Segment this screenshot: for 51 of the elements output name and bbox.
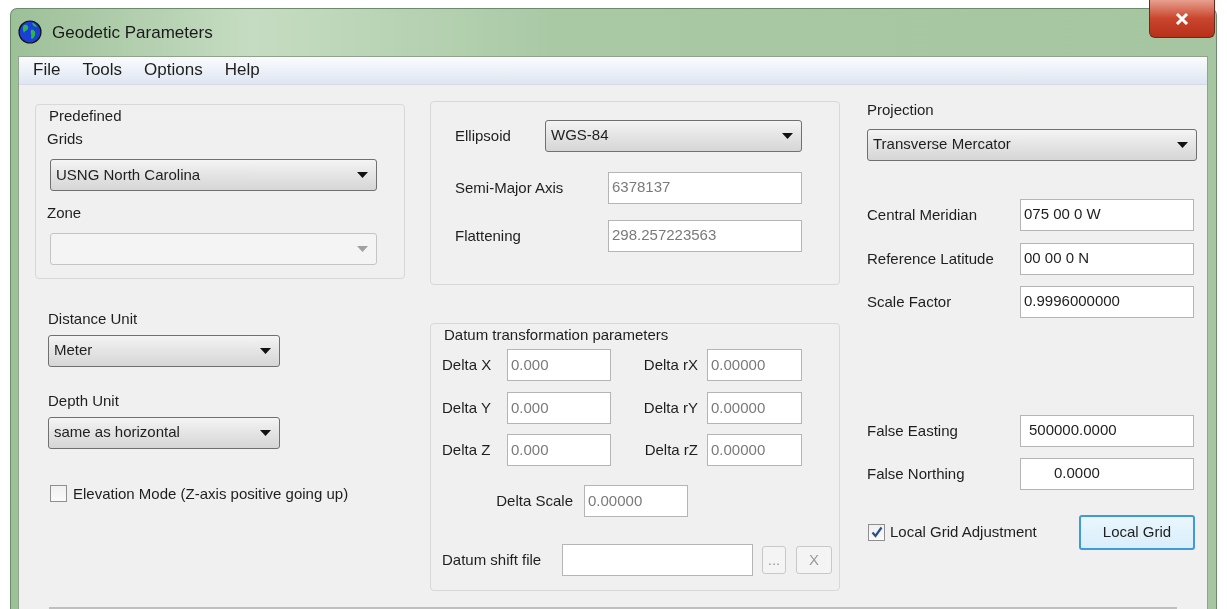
field-label: Reference Latitude — [866, 248, 995, 269]
dropdown[interactable]: USNG North Carolina — [50, 159, 377, 191]
caret-icon — [260, 429, 271, 436]
menu-item[interactable]: Options — [133, 57, 214, 83]
field-label: Distance Unit — [48, 308, 139, 329]
field-label: Delta rY — [642, 398, 699, 418]
field-label: Delta Z — [442, 440, 492, 460]
caret-icon — [782, 132, 793, 139]
dropdown[interactable]: same as horizontal — [48, 416, 280, 449]
caret-icon — [1177, 141, 1188, 148]
field-label: Depth Unit — [48, 390, 120, 411]
field-label: False Easting — [866, 420, 959, 441]
menu-item[interactable]: File — [22, 57, 72, 83]
dropdown[interactable]: WGS-84 — [545, 119, 802, 152]
field-label: Flattening — [455, 225, 522, 246]
caret-icon — [357, 172, 368, 178]
checkbox[interactable] — [868, 523, 885, 541]
field-label: Datum shift file — [442, 550, 543, 570]
field-label: Delta Y — [442, 398, 492, 418]
field-label: Zone — [47, 203, 83, 223]
field-label: Delta rZ — [643, 440, 699, 460]
field-label: Central Meridian — [866, 204, 979, 225]
dropdown[interactable]: Meter — [48, 334, 280, 367]
text-field[interactable]: 0.9996000000 — [1020, 285, 1194, 318]
field-label: Scale Factor — [866, 291, 953, 312]
field-label: False Northing — [866, 463, 966, 484]
field-label: Ellipsoid — [455, 125, 512, 146]
text-field[interactable]: 0.0000 — [1020, 457, 1194, 490]
caret-icon — [260, 347, 271, 354]
field-label: Semi-Major Axis — [455, 177, 565, 198]
file-path-field[interactable] — [562, 544, 753, 576]
dropdown[interactable]: Transverse Mercator — [867, 128, 1197, 161]
menu-item[interactable]: Help — [213, 57, 271, 83]
field-label: Projection — [867, 99, 935, 120]
caret-icon — [357, 246, 368, 252]
checkbox-label: Local Grid Adjustment — [890, 522, 1037, 542]
field-label: Grids — [47, 129, 84, 149]
globe-icon — [18, 20, 42, 45]
text-field[interactable]: 00 00 0 N — [1020, 242, 1194, 275]
local-grid-button[interactable]: Local Grid — [1079, 514, 1195, 550]
field-label: Delta Scale — [495, 491, 574, 511]
close-button[interactable] — [1149, 0, 1215, 38]
checkbox-label: Elevation Mode (Z-axis positive going up) — [73, 483, 349, 504]
text-field[interactable]: 500000.0000 — [1020, 414, 1194, 447]
window-title: Geodetic Parameters — [52, 21, 213, 44]
text-field[interactable]: 075 00 0 W — [1020, 198, 1194, 231]
field-label: Delta X — [442, 355, 493, 375]
close-icon — [1175, 12, 1189, 25]
checkbox[interactable] — [50, 485, 67, 502]
menu-item[interactable]: Tools — [71, 57, 134, 83]
field-label: Delta rX — [642, 355, 699, 375]
